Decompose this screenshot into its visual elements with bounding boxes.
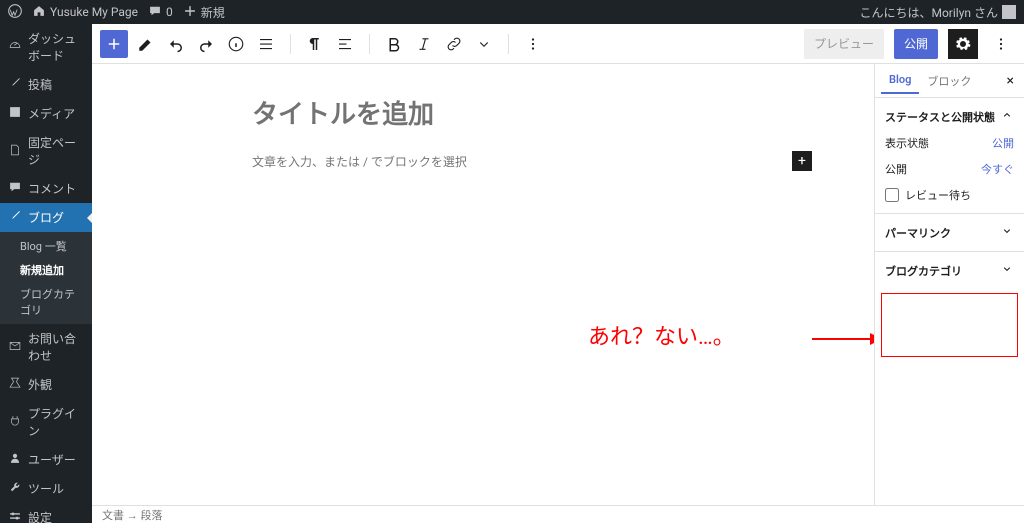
wp-logo[interactable] [8, 4, 22, 21]
footer-breadcrumb-text: 文書 → 段落 [102, 507, 162, 523]
undo-button[interactable] [162, 30, 190, 58]
panel-status-toggle[interactable]: ステータスと公開状態 [885, 108, 1014, 125]
format-more-button[interactable] [470, 30, 498, 58]
menu-blog[interactable]: ブログ [0, 203, 92, 232]
visibility-label: 表示状態 [885, 135, 929, 151]
annotation-highlight-box [881, 293, 1018, 357]
editor-canvas[interactable]: タイトルを追加 文章を入力、または / でブロックを選択 + あれ？ない…。 [92, 64, 874, 505]
post-title-input[interactable]: タイトルを追加 [252, 94, 812, 131]
menu-appearance-label: 外観 [28, 376, 52, 393]
preview-label: プレビュー [814, 35, 874, 52]
menu-posts-label: 投稿 [28, 76, 52, 93]
submenu-blog-list[interactable]: Blog 一覧 [0, 234, 92, 258]
menu-appearance[interactable]: 外観 [0, 370, 92, 399]
new-content-label: 新規 [201, 4, 225, 21]
redo-button[interactable] [192, 30, 220, 58]
preview-button[interactable]: プレビュー [804, 29, 884, 59]
submenu-blog: Blog 一覧 新規追加 ブログカテゴリ [0, 232, 92, 324]
panel-category-toggle[interactable]: ブログカテゴリ [885, 262, 1014, 279]
bold-button[interactable] [380, 30, 408, 58]
tab-post[interactable]: Blog [881, 67, 919, 94]
avatar [1002, 5, 1016, 19]
menu-settings-label: 設定 [28, 509, 52, 523]
menu-comments-label: コメント [28, 180, 76, 197]
site-home-link[interactable]: Yusuke My Page [32, 4, 138, 21]
pending-review-label: レビュー待ち [905, 187, 971, 203]
paragraph-icon[interactable] [301, 30, 329, 58]
annotation-text: あれ？ない…。 [588, 319, 735, 351]
panel-permalink-label: パーマリンク [885, 225, 951, 241]
editor-main: プレビュー 公開 タイトルを追加 文章を入力、または / でブロックを選択 + … [92, 24, 1024, 523]
block-placeholder-text[interactable]: 文章を入力、または / でブロックを選択 [252, 153, 467, 170]
site-name: Yusuke My Page [50, 5, 138, 19]
comments-link[interactable]: 0 [148, 4, 173, 21]
new-content-link[interactable]: 新規 [183, 4, 225, 21]
menu-comments[interactable]: コメント [0, 174, 92, 203]
admin-side-menu: ダッシュボード 投稿 メディア 固定ページ コメント ブログ Blog 一覧 新… [0, 24, 92, 523]
publish-label: 公開 [904, 35, 928, 52]
settings-gear-button[interactable] [948, 29, 978, 59]
panel-status-section: ステータスと公開状態 表示状態 公開 公開 今すぐ レビュー待ち [875, 98, 1024, 214]
outline-button[interactable] [252, 30, 280, 58]
close-panel-button[interactable]: × [1003, 73, 1018, 89]
add-block-button[interactable] [100, 30, 128, 58]
italic-button[interactable] [410, 30, 438, 58]
toolbar-separator [369, 34, 370, 54]
panel-permalink-section: パーマリンク [875, 214, 1024, 252]
menu-tools-label: ツール [28, 480, 64, 497]
submenu-blog-category[interactable]: ブログカテゴリ [0, 282, 92, 322]
editor-footer-breadcrumb[interactable]: 文書 → 段落 [92, 505, 1024, 523]
menu-contact[interactable]: お問い合わせ [0, 324, 92, 370]
panel-category-section: ブログカテゴリ [875, 252, 1024, 289]
block-more-button[interactable] [519, 30, 547, 58]
menu-users-label: ユーザー [28, 451, 76, 468]
user-greeting: こんにちは、Morilyn さん [859, 4, 998, 21]
info-button[interactable] [222, 30, 250, 58]
panel-category-label: ブログカテゴリ [885, 263, 962, 279]
edit-mode-button[interactable] [132, 30, 160, 58]
publish-date-value[interactable]: 今すぐ [981, 161, 1014, 177]
publish-button[interactable]: 公開 [894, 29, 938, 59]
settings-panel: Blog ブロック × ステータスと公開状態 表示状態 公開 公開 今すぐ [874, 64, 1024, 505]
chevron-up-icon [1000, 108, 1014, 125]
toolbar-separator [290, 34, 291, 54]
tab-block[interactable]: ブロック [919, 67, 979, 95]
menu-media[interactable]: メディア [0, 99, 92, 128]
menu-posts[interactable]: 投稿 [0, 70, 92, 99]
panel-permalink-toggle[interactable]: パーマリンク [885, 224, 1014, 241]
settings-panel-tabs: Blog ブロック × [875, 64, 1024, 98]
publish-date-label: 公開 [885, 161, 907, 177]
pending-review-checkbox[interactable] [885, 188, 899, 202]
comments-count: 0 [166, 5, 173, 19]
menu-dashboard[interactable]: ダッシュボード [0, 24, 92, 70]
menu-pages[interactable]: 固定ページ [0, 128, 92, 174]
menu-contact-label: お問い合わせ [28, 330, 84, 364]
admin-bar: Yusuke My Page 0 新規 こんにちは、Morilyn さん [0, 0, 1024, 24]
editor-more-button[interactable] [986, 29, 1016, 59]
menu-media-label: メディア [28, 105, 75, 122]
user-greeting-link[interactable]: こんにちは、Morilyn さん [859, 4, 1016, 21]
inline-add-block-button[interactable]: + [792, 151, 812, 171]
menu-settings[interactable]: 設定 [0, 503, 92, 523]
submenu-blog-addnew[interactable]: 新規追加 [0, 258, 92, 282]
chevron-down-icon [1000, 224, 1014, 241]
menu-users[interactable]: ユーザー [0, 445, 92, 474]
menu-dashboard-label: ダッシュボード [28, 30, 84, 64]
visibility-value[interactable]: 公開 [992, 135, 1014, 151]
editor-top-toolbar: プレビュー 公開 [92, 24, 1024, 64]
align-button[interactable] [331, 30, 359, 58]
menu-pages-label: 固定ページ [28, 134, 84, 168]
menu-plugins[interactable]: プラグイン [0, 399, 92, 445]
menu-tools[interactable]: ツール [0, 474, 92, 503]
toolbar-separator [508, 34, 509, 54]
link-button[interactable] [440, 30, 468, 58]
annotation-arrow-icon [812, 332, 874, 350]
menu-plugins-label: プラグイン [28, 405, 84, 439]
chevron-down-icon [1000, 262, 1014, 279]
menu-blog-label: ブログ [28, 209, 64, 226]
panel-status-head-label: ステータスと公開状態 [885, 109, 995, 125]
